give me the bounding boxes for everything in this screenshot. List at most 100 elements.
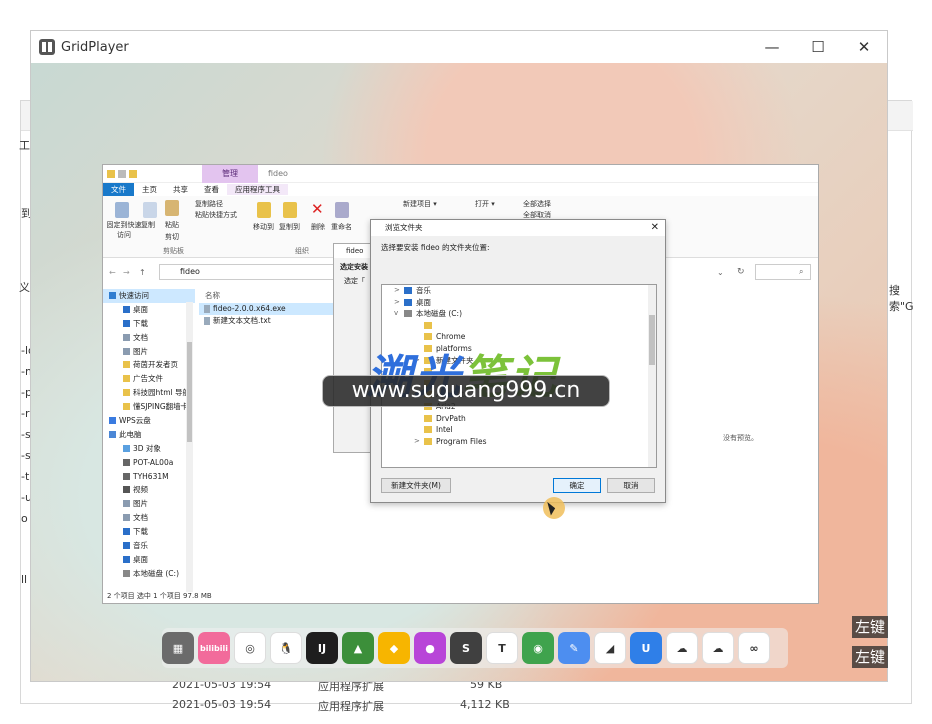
chevron-icon[interactable]: > [414, 436, 420, 448]
move-to-button[interactable]: 移动到 [253, 222, 274, 232]
tree-node[interactable]: v 本地磁盘 (C:) [382, 308, 656, 320]
maximize-button[interactable]: ☐ [795, 31, 841, 63]
search-icon[interactable]: ⌕ [799, 267, 803, 277]
nav-item[interactable]: 图片 [103, 345, 195, 359]
tree-scrollbar[interactable] [648, 285, 656, 467]
color-wheel-icon[interactable]: ◎ [234, 632, 266, 664]
column-header-name[interactable]: 名称 [199, 289, 334, 303]
nav-item[interactable]: 视频 [103, 483, 195, 497]
move-to-icon[interactable] [257, 202, 271, 218]
tree-node-label: Program Files [436, 436, 487, 446]
refresh-icon[interactable]: ↻ [737, 267, 745, 277]
nav-item[interactable]: 科技园html 导航 [103, 386, 195, 400]
chevron-down-icon[interactable]: ⌄ [717, 268, 724, 277]
copy-to-icon[interactable] [283, 202, 297, 218]
chevron-icon[interactable]: > [394, 285, 400, 297]
nav-item[interactable]: 此电脑 [103, 428, 195, 442]
qq-icon[interactable]: 🐧 [270, 632, 302, 664]
android-studio-icon[interactable]: ▲ [342, 632, 374, 664]
back-icon[interactable]: ← [109, 268, 116, 277]
delete-button[interactable]: 删除 [311, 222, 325, 232]
rename-icon[interactable] [335, 202, 349, 218]
nav-item[interactable]: 广告文件 [103, 372, 195, 386]
typora-icon[interactable]: T [486, 632, 518, 664]
magnet-icon[interactable]: U [630, 632, 662, 664]
tree-node[interactable]: > Program Files [382, 436, 656, 448]
paste-shortcut-button[interactable]: 粘贴快捷方式 [195, 210, 237, 220]
nav-item[interactable]: 文档 [103, 511, 195, 525]
forward-icon[interactable]: → [123, 268, 130, 277]
ok-button[interactable]: 确定 [553, 478, 601, 493]
copy-path-button[interactable]: 复制路径 [195, 199, 223, 209]
tree-node[interactable]: Intel [382, 424, 656, 436]
nav-item[interactable]: 桌面 [103, 303, 195, 317]
cancel-button[interactable]: 取消 [607, 478, 655, 493]
nav-item[interactable]: 快速访问 [103, 289, 195, 303]
select-all-button[interactable]: 全部选择 [523, 199, 551, 209]
tree-node[interactable]: > 音乐 [382, 285, 656, 297]
nav-item[interactable]: 本地磁盘 (C:) [103, 567, 195, 581]
sublime-icon[interactable]: S [450, 632, 482, 664]
tree-node[interactable]: DrvPath [382, 413, 656, 425]
list-item[interactable]: fideo-2.0.0.x64.exe [199, 303, 334, 315]
bilibili-icon[interactable]: bilibili [198, 632, 230, 664]
pin-button[interactable]: 固定到快速访问 [105, 220, 143, 240]
ribbon-tabs: 文件 主页 共享 查看 应用程序工具 [103, 183, 818, 196]
sketch-icon[interactable]: ◆ [378, 632, 410, 664]
pen-icon[interactable]: ✎ [558, 632, 590, 664]
rename-button[interactable]: 重命名 [331, 222, 352, 232]
copy-button[interactable]: 复制 [141, 220, 155, 230]
red-app-icon[interactable]: ◢ [594, 632, 626, 664]
tab-share[interactable]: 共享 [165, 184, 196, 195]
copy-icon[interactable] [143, 202, 157, 218]
copy-to-button[interactable]: 复制到 [279, 222, 300, 232]
nav-item[interactable]: POT-AL00a [103, 456, 195, 470]
folder-icon [404, 287, 412, 294]
nav-item[interactable]: 懂SJPING翻墙卡 [103, 400, 195, 414]
nav-item[interactable]: 3D 对象 [103, 442, 195, 456]
nav-item[interactable]: 图片 [103, 497, 195, 511]
dialog-close-button[interactable]: ✕ [651, 220, 659, 236]
tab-file[interactable]: 文件 [103, 183, 134, 196]
green-bot-icon[interactable]: ◉ [522, 632, 554, 664]
scroll-thumb[interactable] [649, 315, 655, 365]
scroll-thumb[interactable] [187, 342, 192, 442]
nav-item[interactable]: 下载 [103, 317, 195, 331]
pin-icon[interactable] [115, 202, 129, 218]
nav-item[interactable]: 荷茵开发者页 [103, 358, 195, 372]
intellij-icon[interactable]: IJ [306, 632, 338, 664]
cloud-icon[interactable]: ☁ [666, 632, 698, 664]
tab-manage[interactable]: 管理 [202, 164, 258, 183]
new-folder-button[interactable]: 新建文件夹(M) [381, 478, 451, 493]
up-icon[interactable]: ↑ [139, 268, 146, 277]
close-button[interactable]: ✕ [841, 31, 887, 63]
minimize-button[interactable]: — [749, 31, 795, 63]
chevron-icon[interactable]: > [394, 297, 400, 309]
nav-item[interactable]: 桌面 [103, 553, 195, 567]
cut-button[interactable]: 剪切 [165, 232, 179, 242]
baidu-netdisk-icon[interactable]: ∞ [738, 632, 770, 664]
side-tag: 左键 [852, 616, 888, 638]
files-icon[interactable]: ▦ [162, 632, 194, 664]
delete-icon[interactable]: ✕ [311, 200, 324, 218]
open-button[interactable]: 打开 ▾ [475, 199, 495, 209]
nav-scrollbar[interactable] [186, 302, 193, 592]
tab-view[interactable]: 查看 [196, 184, 227, 195]
tree-node[interactable]: > 桌面 [382, 297, 656, 309]
nav-item[interactable]: 下载 [103, 525, 195, 539]
nav-item[interactable]: WPS云盘 [103, 414, 195, 428]
list-item[interactable]: 新建文本文档.txt [199, 315, 334, 327]
chevron-icon[interactable]: v [394, 308, 398, 320]
avatar-app-icon[interactable]: ● [414, 632, 446, 664]
cloud-blue-icon[interactable]: ☁ [702, 632, 734, 664]
paste-icon[interactable] [165, 200, 179, 216]
new-item-button[interactable]: 新建项目 ▾ [403, 199, 437, 209]
paste-button[interactable]: 粘贴 [165, 220, 179, 230]
nav-item[interactable]: 文档 [103, 331, 195, 345]
nav-item[interactable]: 音乐 [103, 539, 195, 553]
tab-home[interactable]: 主页 [134, 184, 165, 195]
tab-app-tools[interactable]: 应用程序工具 [227, 184, 288, 195]
video-area[interactable]: 管理 fideo 文件 主页 共享 查看 应用程序工具 固定到快速访问 复制 粘… [31, 63, 887, 681]
nav-item[interactable]: TYH631M [103, 470, 195, 484]
tree-node[interactable] [382, 320, 656, 332]
